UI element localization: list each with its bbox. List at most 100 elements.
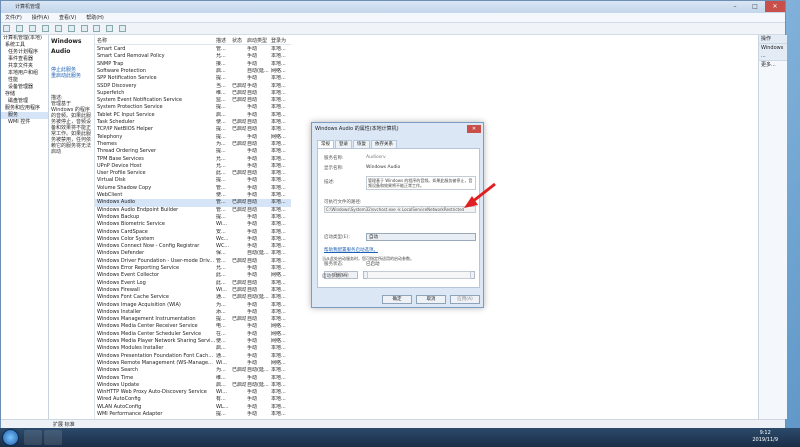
table-row[interactable]: Windows Management Instrumentation 提... 已启… <box>95 316 291 323</box>
tree-item-performance[interactable]: 性能 <box>1 77 48 84</box>
tree-item-event-viewer[interactable]: 事件查看器 <box>1 56 48 63</box>
menu-view[interactable]: 查看(V) <box>55 13 80 23</box>
tree-item-services[interactable]: 服务 <box>1 112 48 119</box>
tab-recovery[interactable]: 恢复 <box>353 140 370 148</box>
table-row[interactable]: Windows Backup 提... 手动 本地... <box>95 214 291 221</box>
cancel-button[interactable]: 取消 <box>416 295 446 304</box>
table-row[interactable]: Windows Search 为... 已启动 自动(延... 本地... <box>95 367 291 374</box>
menu-help[interactable]: 帮助(H) <box>82 13 108 23</box>
apply-button[interactable]: 应用(A) <box>450 295 480 304</box>
tree-item-disk-management[interactable]: 磁盘管理 <box>1 98 48 105</box>
start-params-input[interactable] <box>367 271 471 279</box>
tree-item-wmi[interactable]: WMI 控件 <box>1 119 48 126</box>
export-icon[interactable] <box>67 25 75 32</box>
minimize-button[interactable]: – <box>725 1 745 12</box>
col-header-name[interactable]: 名称 <box>97 37 107 45</box>
table-row[interactable]: Windows Audio Endpoint Builder 管... 已启动 自动 本… <box>95 207 291 214</box>
table-row[interactable]: System Event Notification Service 监... 已启动… <box>95 97 291 104</box>
tree-item-storage[interactable]: 存储 <box>1 91 48 98</box>
table-row[interactable]: WLAN AutoConfig WL... 手动 本地... <box>95 404 291 411</box>
menu-action[interactable]: 操作(A) <box>28 13 53 23</box>
play-icon[interactable] <box>93 25 101 32</box>
table-row[interactable]: UPnP Device Host 允... 手动 本地... <box>95 163 291 170</box>
table-row[interactable]: WebClient 使... 手动 本地... <box>95 192 291 199</box>
table-row[interactable]: Telephony 提... 手动 网络... <box>95 134 291 141</box>
tree-item-device-manager[interactable]: 设备管理器 <box>1 84 48 91</box>
table-row[interactable]: Windows Presentation Foundation Font Cac… <box>95 353 291 360</box>
table-row[interactable]: TPM Base Services 允... 手动 本地... <box>95 156 291 163</box>
table-row[interactable]: Windows Defender 保... 自动(延... 本地... <box>95 250 291 257</box>
table-row[interactable]: Windows Audio 管... 已启动 自动 本地... <box>95 199 291 207</box>
table-row[interactable]: Windows Image Acquisition (WIA) 为... 手动 本地.… <box>95 302 291 309</box>
table-row[interactable]: Themes 为... 已启动 自动 本地... <box>95 141 291 148</box>
table-row[interactable]: Windows Media Player Network Sharing Ser… <box>95 338 291 345</box>
table-row[interactable]: Windows Error Reporting Service 允... 手动 本地.… <box>95 265 291 272</box>
table-row[interactable]: Windows Event Log 此... 已启动 自动 本地... <box>95 280 291 287</box>
help-icon[interactable] <box>80 25 88 32</box>
table-row[interactable]: Windows Firewall Wi... 已启动 自动 本地... <box>95 287 291 294</box>
taskbar-app-icon[interactable] <box>44 430 62 445</box>
table-row[interactable]: Volume Shadow Copy 管... 手动 本地... <box>95 185 291 192</box>
table-row[interactable]: Windows Event Collector 此... 手动 网络... <box>95 272 291 279</box>
back-icon[interactable] <box>3 25 10 32</box>
tab-general[interactable]: 常规 <box>317 140 334 148</box>
table-row[interactable]: Windows Time 维... 手动 本地... <box>95 375 291 382</box>
up-icon[interactable] <box>28 25 36 32</box>
dialog-close-button[interactable]: ✕ <box>467 125 481 133</box>
table-row[interactable]: Superfetch 维... 已启动 自动 本地... <box>95 90 291 97</box>
table-row[interactable]: Smart Card Removal Policy 允... 手动 本地... <box>95 53 291 60</box>
col-header-logon[interactable]: 登录为 <box>271 37 286 45</box>
col-header-status[interactable]: 状态 <box>232 37 242 45</box>
ok-button[interactable]: 确定 <box>382 295 412 304</box>
table-row[interactable]: User Profile Service 此... 已启动 自动 本地... <box>95 170 291 177</box>
tree-item-shared-folders[interactable]: 共享文件夹 <box>1 63 48 70</box>
table-row[interactable]: WMI Performance Adapter 提... 手动 本地... <box>95 411 291 418</box>
table-row[interactable]: Virtual Disk 提... 手动 本地... <box>95 177 291 184</box>
table-row[interactable]: Windows CardSpace 安... 手动 本地... <box>95 229 291 236</box>
refresh-icon[interactable] <box>54 25 62 32</box>
tree-item-services-apps[interactable]: 服务和应用程序 <box>1 105 48 112</box>
tab-logon[interactable]: 登录 <box>335 140 352 148</box>
taskbar-app-icon[interactable] <box>24 430 42 445</box>
menu-file[interactable]: 文件(F) <box>1 13 26 23</box>
table-row[interactable]: TCP/IP NetBIOS Helper 提... 已启动 自动 本地... <box>95 126 291 133</box>
col-header-startup[interactable]: 启动类型 <box>247 37 267 45</box>
actions-more-item[interactable]: 更多... <box>759 61 787 69</box>
tab-dependencies[interactable]: 依存关系 <box>371 140 397 148</box>
table-row[interactable]: Wired AutoConfig 有... 手动 本地... <box>95 396 291 403</box>
system-clock[interactable]: 9:12 2019/11/9 <box>752 430 778 444</box>
stop-icon[interactable] <box>106 25 114 32</box>
table-row[interactable]: Windows Biometric Service Wi... 手动 本地... <box>95 221 291 228</box>
table-row[interactable]: Windows Media Center Receiver Service 电..… <box>95 323 291 330</box>
pause-icon[interactable] <box>119 25 127 32</box>
table-row[interactable]: SSDP Discovery 当... 已启动 手动 本地... <box>95 83 291 90</box>
tree-item-root[interactable]: 计算机管理(本地) <box>1 35 48 42</box>
table-row[interactable]: Windows Media Center Scheduler Service 在.… <box>95 331 291 338</box>
startup-help-link[interactable]: 帮助我配置服务启动选项。 <box>324 247 378 253</box>
table-row[interactable]: Windows Driver Foundation - User-mode Dr… <box>95 258 291 265</box>
table-row[interactable]: Windows Color System Wc... 手动 本地... <box>95 236 291 243</box>
maximize-button[interactable]: □ <box>745 1 765 12</box>
table-row[interactable]: Thread Ordering Server 提... 手动 本地... <box>95 148 291 155</box>
start-orb-icon[interactable] <box>2 429 19 446</box>
table-row[interactable]: WinHTTP Web Proxy Auto-Discovery Service… <box>95 389 291 396</box>
startup-type-select[interactable]: 自动 <box>366 233 476 241</box>
table-row[interactable]: Windows Font Cache Service 通... 已启动 自动(延...… <box>95 294 291 301</box>
table-row[interactable]: SNMP Trap 接... 手动 本地... <box>95 61 291 68</box>
table-row[interactable]: Smart Card 管... 手动 本地... <box>95 46 291 53</box>
tree-item-system-tools[interactable]: 系统工具 <box>1 42 48 49</box>
table-row[interactable]: Software Protection 启... 自动(延... 网络... <box>95 68 291 75</box>
tree-item-task-scheduler[interactable]: 任务计划程序 <box>1 49 48 56</box>
table-row[interactable]: Windows Modules Installer 启... 手动 本地... <box>95 345 291 352</box>
col-header-desc[interactable]: 描述 <box>216 37 226 45</box>
table-row[interactable]: SPP Notification Service 提... 手动 本地... <box>95 75 291 82</box>
show-tree-icon[interactable] <box>41 25 49 32</box>
table-row[interactable]: Windows Remote Management (WS-Manage... W… <box>95 360 291 367</box>
table-row[interactable]: Windows Update 启... 已启动 自动(延... 本地... <box>95 382 291 389</box>
forward-icon[interactable] <box>15 25 23 32</box>
table-row[interactable]: Tablet PC Input Service 启... 手动 本地... <box>95 112 291 119</box>
close-button[interactable]: ✕ <box>765 1 785 12</box>
table-row[interactable]: System Protection Service 提... 手动 本地... <box>95 104 291 111</box>
actions-service-header[interactable]: Windows ... <box>759 44 787 61</box>
tree-item-local-users[interactable]: 本地用户和组 <box>1 70 48 77</box>
